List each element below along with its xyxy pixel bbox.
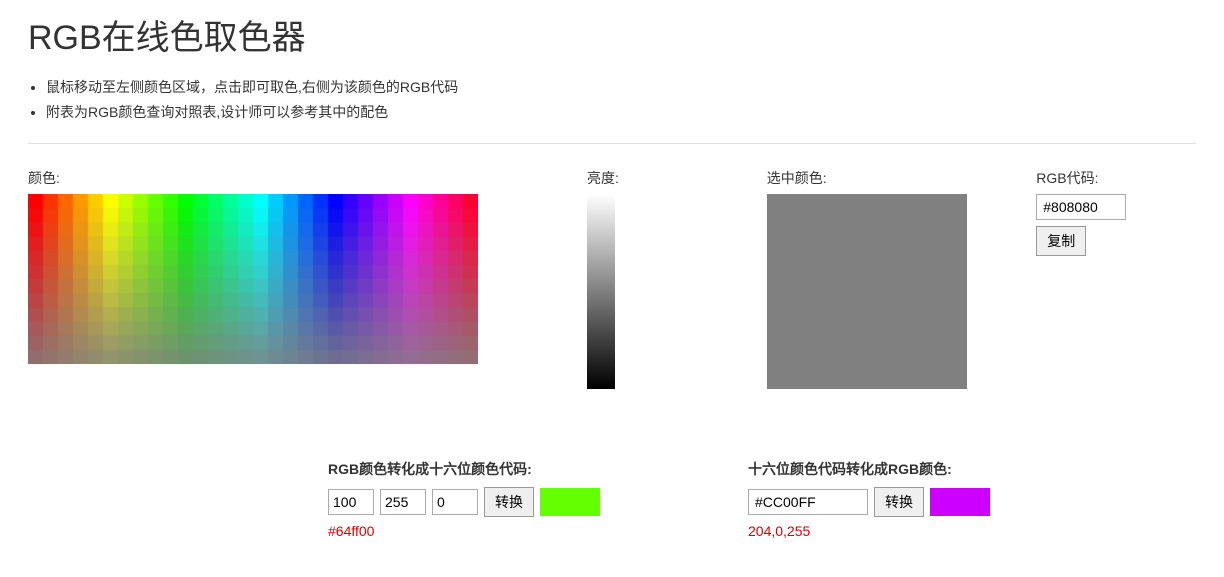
color-picker-area[interactable]: [28, 194, 478, 364]
hex-input[interactable]: [748, 489, 868, 515]
selected-color-swatch: [767, 194, 967, 389]
rgb-code-label: RGB代码:: [1036, 168, 1196, 188]
instructions-list: 鼠标移动至左侧颜色区域，点击即可取色,右侧为该颜色的RGB代码 附表为RGB颜色…: [46, 75, 1196, 125]
rgb2hex-convert-button[interactable]: 转换: [484, 487, 534, 517]
selected-color-label: 选中颜色:: [767, 168, 1037, 188]
instruction-item: 附表为RGB颜色查询对照表,设计师可以参考其中的配色: [46, 100, 1196, 125]
rgb-code-input[interactable]: [1036, 194, 1126, 220]
instruction-item: 鼠标移动至左侧颜色区域，点击即可取色,右侧为该颜色的RGB代码: [46, 75, 1196, 100]
r-input[interactable]: [328, 489, 374, 515]
hex2rgb-result: 204,0,255: [748, 523, 1168, 539]
g-input[interactable]: [380, 489, 426, 515]
color-canvas[interactable]: [28, 194, 478, 364]
hex2rgb-title: 十六位颜色代码转化成RGB颜色:: [748, 459, 1168, 479]
b-input[interactable]: [432, 489, 478, 515]
rgb2hex-title: RGB颜色转化成十六位颜色代码:: [328, 459, 748, 479]
divider: [28, 143, 1196, 144]
page-title: RGB在线色取色器: [28, 10, 1196, 59]
copy-button[interactable]: 复制: [1036, 226, 1086, 256]
brightness-label: 亮度:: [587, 168, 767, 188]
color-label: 颜色:: [28, 168, 587, 188]
brightness-slider[interactable]: [587, 194, 615, 389]
rgb2hex-result: #64ff00: [328, 523, 748, 539]
hex2rgb-convert-button[interactable]: 转换: [874, 487, 924, 517]
rgb2hex-swatch: [540, 488, 600, 516]
hex2rgb-swatch: [930, 488, 990, 516]
